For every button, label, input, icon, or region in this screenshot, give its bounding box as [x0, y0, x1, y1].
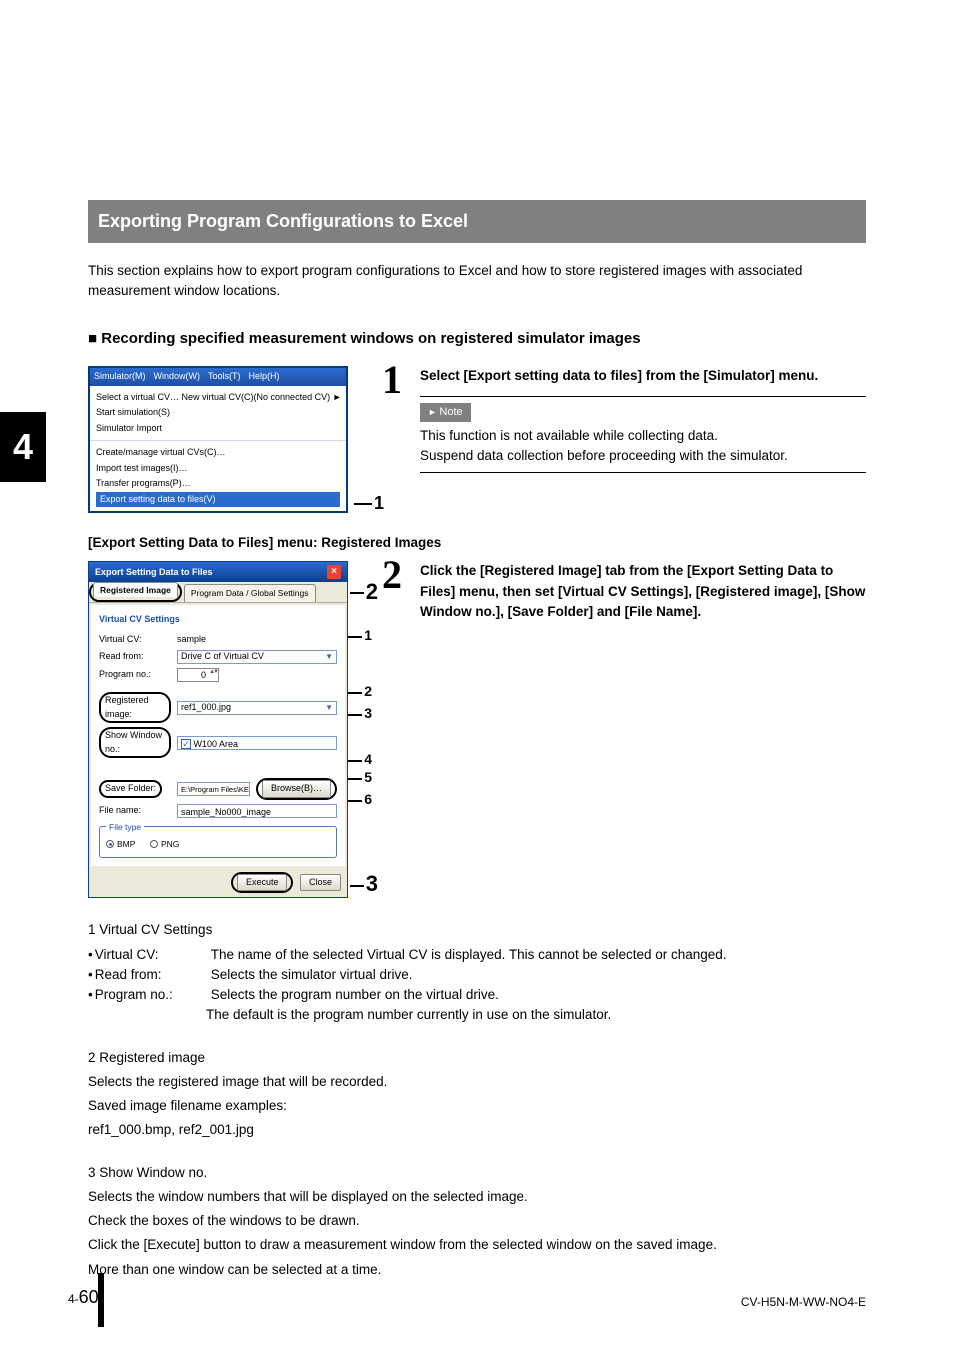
step2-instruction: Click the [Registered Image] tab from th… [420, 561, 866, 622]
note-badge: Note [420, 403, 471, 422]
step1-note-1: This function is not available while col… [420, 426, 866, 446]
check-icon[interactable]: ✓ [181, 739, 191, 749]
callout-1: 1 [364, 627, 372, 643]
menu-help[interactable]: Help(H) [249, 370, 280, 384]
input-save-folder[interactable]: E:\Program Files\KEYENCE Applications\CV… [177, 782, 250, 796]
dialog-heading: [Export Setting Data to Files] menu: Reg… [88, 533, 866, 553]
callout-3-big: 3 [366, 871, 378, 896]
select-read-from[interactable]: Drive C of Virtual CV▼ [177, 650, 337, 664]
menu-select-virtual-cv[interactable]: Select a virtual CV… New virtual CV(C)(N… [96, 390, 340, 406]
menu-simulator[interactable]: Simulator(M) [94, 370, 146, 384]
menu-start-simulation[interactable]: Start simulation(S) [96, 405, 340, 421]
input-show-window-no[interactable]: ✓ W100 Area [177, 736, 337, 750]
callout-4: 4 [364, 751, 372, 767]
subsection-heading: Recording specified measurement windows … [88, 328, 866, 351]
select-registered-image[interactable]: ref1_000.jpg▼ [177, 701, 337, 715]
lbl-virtual-cv: Virtual CV: [99, 633, 171, 647]
exp-3a: Selects the window numbers that will be … [88, 1187, 866, 1207]
exp-1c-label: Program no.: [95, 985, 211, 1005]
exp-1a-label: Virtual CV: [95, 945, 211, 965]
group-virtual-cv-settings: Virtual CV Settings [99, 613, 337, 627]
callout-6: 6 [364, 791, 372, 807]
menu-import-test-images[interactable]: Import test images(I)… [96, 461, 340, 477]
menu-tools[interactable]: Tools(T) [208, 370, 241, 384]
step1-number: 1 [366, 362, 402, 398]
page-footer: 4-60 CV-H5N-M-WW-NO4-E [68, 1284, 866, 1311]
callout-3: 3 [364, 705, 372, 721]
execute-button[interactable]: Execute [237, 874, 288, 892]
tab-registered-image[interactable]: Registered Image [93, 582, 178, 597]
chapter-tab: 4 [0, 412, 46, 482]
dialog-title: Export Setting Data to Files [95, 566, 213, 580]
menu-create-manage[interactable]: Create/manage virtual CVs(C)… [96, 445, 340, 461]
input-file-name[interactable]: sample_No000_image [177, 804, 337, 818]
callout-2-big: 2 [366, 579, 378, 604]
chevron-down-icon: ▼ [325, 702, 333, 714]
step1-callout: 1 [374, 493, 384, 513]
exp-1-head: 1 Virtual CV Settings [88, 920, 866, 940]
exp-3d: More than one window can be selected at … [88, 1260, 866, 1280]
close-icon[interactable]: × [327, 565, 341, 579]
exp-1b-label: Read from: [95, 965, 211, 985]
lbl-file-name: File name: [99, 804, 171, 818]
section-intro: This section explains how to export prog… [88, 261, 866, 302]
step1-instruction: Select [Export setting data to files] fr… [420, 366, 866, 386]
callout-2: 2 [364, 683, 372, 699]
exp-1b-text: Selects the simulator virtual drive. [211, 965, 413, 985]
menu-transfer-programs[interactable]: Transfer programs(P)… [96, 476, 340, 492]
callout-5: 5 [364, 769, 372, 785]
section-title: Exporting Program Configurations to Exce… [88, 200, 866, 243]
val-virtual-cv: sample [177, 633, 337, 647]
lbl-save-folder: Save Folder: [99, 780, 162, 798]
menu-window[interactable]: Window(W) [154, 370, 201, 384]
step2-figure: Export Setting Data to Files × Registere… [88, 561, 348, 898]
radio-png[interactable]: PNG [150, 838, 179, 851]
exp-1c-text: Selects the program number on the virtua… [211, 985, 499, 1005]
exp-1a-text: The name of the selected Virtual CV is d… [211, 945, 727, 965]
menu-export-setting-data[interactable]: Export setting data to files(V) [96, 492, 340, 508]
chevron-down-icon: ▼ [325, 651, 333, 663]
lbl-program-no: Program no.: [99, 668, 171, 682]
filetype-legend: File type [106, 822, 144, 832]
menu-simulator-import[interactable]: Simulator Import [96, 421, 340, 437]
exp-3b: Check the boxes of the windows to be dra… [88, 1211, 866, 1231]
step1-figure: Simulator(M) Window(W) Tools(T) Help(H) … [88, 366, 348, 513]
exp-2-head: 2 Registered image [88, 1048, 866, 1068]
exp-3-head: 3 Show Window no. [88, 1163, 866, 1183]
exp-1c-extra: The default is the program number curren… [88, 1005, 866, 1025]
radio-bmp[interactable]: BMP [106, 838, 135, 851]
input-program-no[interactable]: 0 [177, 668, 219, 682]
close-button[interactable]: Close [300, 874, 341, 892]
browse-button[interactable]: Browse(B)… [262, 780, 331, 798]
step1-note-2: Suspend data collection before proceedin… [420, 446, 866, 466]
exp-3c: Click the [Execute] button to draw a mea… [88, 1235, 866, 1255]
doc-id: CV-H5N-M-WW-NO4-E [741, 1293, 866, 1311]
tab-program-data[interactable]: Program Data / Global Settings [184, 584, 316, 602]
lbl-show-window-no: Show Window no.: [99, 727, 171, 758]
exp-2a: Selects the registered image that will b… [88, 1072, 866, 1092]
exp-2c: ref1_000.bmp, ref2_001.jpg [88, 1120, 866, 1140]
lbl-read-from: Read from: [99, 650, 171, 664]
exp-2b: Saved image filename examples: [88, 1096, 866, 1116]
lbl-registered-image: Registered image: [99, 692, 171, 723]
